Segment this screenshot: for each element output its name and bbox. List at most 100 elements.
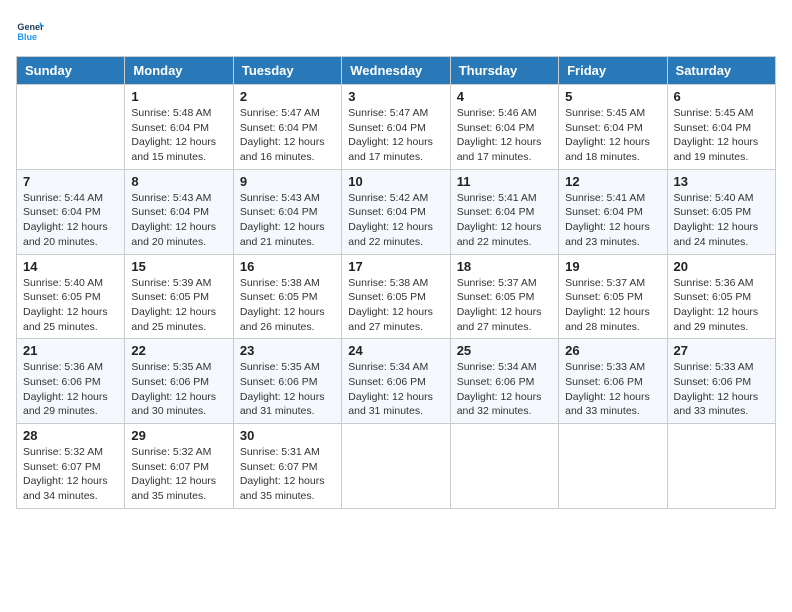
- calendar-cell: 18 Sunrise: 5:37 AMSunset: 6:05 PMDayligh…: [450, 254, 558, 339]
- day-info: Sunrise: 5:37 AMSunset: 6:05 PMDaylight:…: [565, 276, 660, 335]
- day-number: 1: [131, 89, 226, 104]
- day-number: 23: [240, 343, 335, 358]
- day-number: 7: [23, 174, 118, 189]
- day-info: Sunrise: 5:33 AMSunset: 6:06 PMDaylight:…: [565, 360, 660, 419]
- calendar-cell: 23 Sunrise: 5:35 AMSunset: 6:06 PMDayligh…: [233, 339, 341, 424]
- day-info: Sunrise: 5:48 AMSunset: 6:04 PMDaylight:…: [131, 106, 226, 165]
- day-number: 5: [565, 89, 660, 104]
- day-number: 20: [674, 259, 769, 274]
- calendar-cell: 24 Sunrise: 5:34 AMSunset: 6:06 PMDayligh…: [342, 339, 450, 424]
- day-number: 28: [23, 428, 118, 443]
- day-number: 17: [348, 259, 443, 274]
- day-number: 18: [457, 259, 552, 274]
- calendar-cell: 30 Sunrise: 5:31 AMSunset: 6:07 PMDayligh…: [233, 424, 341, 509]
- calendar-header-row: SundayMondayTuesdayWednesdayThursdayFrid…: [17, 57, 776, 85]
- day-number: 16: [240, 259, 335, 274]
- day-info: Sunrise: 5:36 AMSunset: 6:05 PMDaylight:…: [674, 276, 769, 335]
- day-info: Sunrise: 5:40 AMSunset: 6:05 PMDaylight:…: [674, 191, 769, 250]
- weekday-header-saturday: Saturday: [667, 57, 775, 85]
- day-info: Sunrise: 5:35 AMSunset: 6:06 PMDaylight:…: [131, 360, 226, 419]
- calendar-cell: 2 Sunrise: 5:47 AMSunset: 6:04 PMDaylight…: [233, 85, 341, 170]
- day-info: Sunrise: 5:41 AMSunset: 6:04 PMDaylight:…: [457, 191, 552, 250]
- calendar-cell: 25 Sunrise: 5:34 AMSunset: 6:06 PMDayligh…: [450, 339, 558, 424]
- calendar-week-5: 28 Sunrise: 5:32 AMSunset: 6:07 PMDayligh…: [17, 424, 776, 509]
- logo-icon: General Blue: [16, 16, 44, 44]
- calendar-cell: 13 Sunrise: 5:40 AMSunset: 6:05 PMDayligh…: [667, 169, 775, 254]
- calendar-body: 1 Sunrise: 5:48 AMSunset: 6:04 PMDaylight…: [17, 85, 776, 509]
- calendar-cell: 27 Sunrise: 5:33 AMSunset: 6:06 PMDayligh…: [667, 339, 775, 424]
- day-number: 13: [674, 174, 769, 189]
- day-number: 14: [23, 259, 118, 274]
- svg-text:Blue: Blue: [17, 32, 37, 42]
- day-info: Sunrise: 5:42 AMSunset: 6:04 PMDaylight:…: [348, 191, 443, 250]
- calendar-table: SundayMondayTuesdayWednesdayThursdayFrid…: [16, 56, 776, 509]
- calendar-cell: 16Sunrise: 5:38 AMSunset: 6:05 PMDayligh…: [233, 254, 341, 339]
- day-number: 11: [457, 174, 552, 189]
- calendar-cell: 4Sunrise: 5:46 AMSunset: 6:04 PMDaylight…: [450, 85, 558, 170]
- calendar-cell: 15Sunrise: 5:39 AMSunset: 6:05 PMDayligh…: [125, 254, 233, 339]
- day-number: 24: [348, 343, 443, 358]
- day-info: Sunrise: 5:47 AMSunset: 6:04 PMDaylight:…: [240, 106, 335, 165]
- weekday-header-wednesday: Wednesday: [342, 57, 450, 85]
- day-info: Sunrise: 5:43 AMSunset: 6:04 PMDaylight:…: [240, 191, 335, 250]
- day-info: Sunrise: 5:34 AMSunset: 6:06 PMDaylight:…: [457, 360, 552, 419]
- day-info: Sunrise: 5:32 AMSunset: 6:07 PMDaylight:…: [23, 445, 118, 504]
- day-number: 10: [348, 174, 443, 189]
- day-number: 29: [131, 428, 226, 443]
- day-number: 2: [240, 89, 335, 104]
- calendar-cell: 28 Sunrise: 5:32 AMSunset: 6:07 PMDayligh…: [17, 424, 125, 509]
- calendar-week-3: 14 Sunrise: 5:40 AMSunset: 6:05 PMDayligh…: [17, 254, 776, 339]
- day-number: 15: [131, 259, 226, 274]
- logo: General Blue: [16, 16, 48, 44]
- calendar-cell: 17 Sunrise: 5:38 AMSunset: 6:05 PMDayligh…: [342, 254, 450, 339]
- calendar-cell: 22Sunrise: 5:35 AMSunset: 6:06 PMDayligh…: [125, 339, 233, 424]
- day-info: Sunrise: 5:37 AMSunset: 6:05 PMDaylight:…: [457, 276, 552, 335]
- calendar-cell: 11 Sunrise: 5:41 AMSunset: 6:04 PMDayligh…: [450, 169, 558, 254]
- weekday-header-friday: Friday: [559, 57, 667, 85]
- day-info: Sunrise: 5:35 AMSunset: 6:06 PMDaylight:…: [240, 360, 335, 419]
- day-info: Sunrise: 5:43 AMSunset: 6:04 PMDaylight:…: [131, 191, 226, 250]
- day-number: 30: [240, 428, 335, 443]
- day-number: 12: [565, 174, 660, 189]
- day-number: 25: [457, 343, 552, 358]
- calendar-cell: 1 Sunrise: 5:48 AMSunset: 6:04 PMDaylight…: [125, 85, 233, 170]
- day-info: Sunrise: 5:31 AMSunset: 6:07 PMDaylight:…: [240, 445, 335, 504]
- day-number: 19: [565, 259, 660, 274]
- day-info: Sunrise: 5:34 AMSunset: 6:06 PMDaylight:…: [348, 360, 443, 419]
- day-info: Sunrise: 5:41 AMSunset: 6:04 PMDaylight:…: [565, 191, 660, 250]
- page-header: General Blue: [16, 16, 776, 44]
- day-info: Sunrise: 5:45 AMSunset: 6:04 PMDaylight:…: [565, 106, 660, 165]
- calendar-cell: [667, 424, 775, 509]
- day-number: 3: [348, 89, 443, 104]
- calendar-cell: 20 Sunrise: 5:36 AMSunset: 6:05 PMDayligh…: [667, 254, 775, 339]
- day-number: 26: [565, 343, 660, 358]
- calendar-cell: 29 Sunrise: 5:32 AMSunset: 6:07 PMDayligh…: [125, 424, 233, 509]
- calendar-cell: 6Sunrise: 5:45 AMSunset: 6:04 PMDaylight…: [667, 85, 775, 170]
- day-number: 21: [23, 343, 118, 358]
- weekday-header-tuesday: Tuesday: [233, 57, 341, 85]
- day-info: Sunrise: 5:45 AMSunset: 6:04 PMDaylight:…: [674, 106, 769, 165]
- calendar-cell: 12 Sunrise: 5:41 AMSunset: 6:04 PMDayligh…: [559, 169, 667, 254]
- calendar-week-1: 1 Sunrise: 5:48 AMSunset: 6:04 PMDaylight…: [17, 85, 776, 170]
- day-info: Sunrise: 5:44 AMSunset: 6:04 PMDaylight:…: [23, 191, 118, 250]
- calendar-cell: 21 Sunrise: 5:36 AMSunset: 6:06 PMDayligh…: [17, 339, 125, 424]
- calendar-cell: 3 Sunrise: 5:47 AMSunset: 6:04 PMDaylight…: [342, 85, 450, 170]
- day-info: Sunrise: 5:33 AMSunset: 6:06 PMDaylight:…: [674, 360, 769, 419]
- calendar-cell: 26 Sunrise: 5:33 AMSunset: 6:06 PMDayligh…: [559, 339, 667, 424]
- calendar-cell: 8 Sunrise: 5:43 AMSunset: 6:04 PMDaylight…: [125, 169, 233, 254]
- calendar-cell: 19 Sunrise: 5:37 AMSunset: 6:05 PMDayligh…: [559, 254, 667, 339]
- day-info: Sunrise: 5:40 AMSunset: 6:05 PMDaylight:…: [23, 276, 118, 335]
- day-number: 4: [457, 89, 552, 104]
- day-info: Sunrise: 5:47 AMSunset: 6:04 PMDaylight:…: [348, 106, 443, 165]
- day-info: Sunrise: 5:32 AMSunset: 6:07 PMDaylight:…: [131, 445, 226, 504]
- day-info: Sunrise: 5:38 AMSunset: 6:05 PMDaylight:…: [348, 276, 443, 335]
- day-number: 8: [131, 174, 226, 189]
- calendar-cell: 14 Sunrise: 5:40 AMSunset: 6:05 PMDayligh…: [17, 254, 125, 339]
- day-info: Sunrise: 5:36 AMSunset: 6:06 PMDaylight:…: [23, 360, 118, 419]
- day-number: 27: [674, 343, 769, 358]
- calendar-cell: [342, 424, 450, 509]
- calendar-cell: 10 Sunrise: 5:42 AMSunset: 6:04 PMDayligh…: [342, 169, 450, 254]
- calendar-week-4: 21 Sunrise: 5:36 AMSunset: 6:06 PMDayligh…: [17, 339, 776, 424]
- calendar-cell: [450, 424, 558, 509]
- calendar-cell: [559, 424, 667, 509]
